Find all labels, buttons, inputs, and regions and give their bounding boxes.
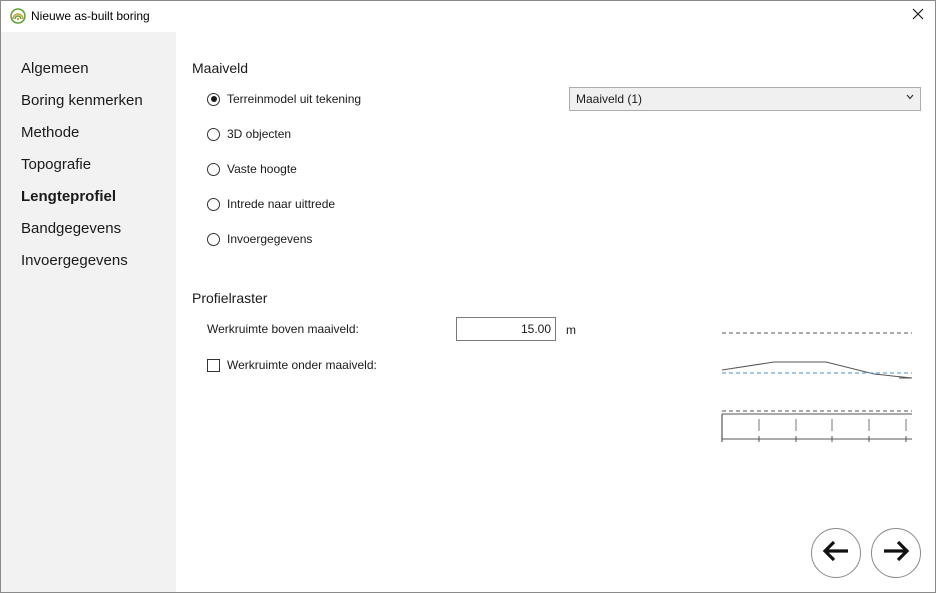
back-button[interactable]: [811, 528, 861, 578]
radio-button[interactable]: [207, 92, 220, 106]
close-icon: [912, 7, 924, 25]
radio-button[interactable]: [207, 197, 220, 211]
radio-label: Intrede naar uittrede: [227, 197, 336, 211]
main-content: Maaiveld Terreinmodel uit tekening 3D ob…: [176, 32, 935, 592]
sidebar-item-boring-kenmerken[interactable]: Boring kenmerken: [21, 92, 143, 109]
sidebar-item-methode[interactable]: Methode: [21, 124, 79, 141]
chevron-down-icon: [906, 92, 914, 102]
sidebar-item-lengteprofiel[interactable]: Lengteprofiel: [21, 188, 116, 205]
radio-label: 3D objecten: [227, 127, 292, 141]
close-button[interactable]: [901, 1, 935, 31]
title-bar: Nieuwe as-built boring: [1, 1, 935, 32]
werkruimte-onder-label: Werkruimte onder maaiveld:: [227, 358, 377, 372]
window-title: Nieuwe as-built boring: [31, 9, 150, 23]
radio-terreinmodel[interactable]: Terreinmodel uit tekening: [207, 91, 361, 107]
werkruimte-onder-checkbox[interactable]: [207, 358, 220, 372]
radio-button[interactable]: [207, 162, 220, 176]
maaiveld-select[interactable]: Maaiveld (1): [569, 87, 921, 111]
unit-label: m: [566, 323, 576, 337]
next-button[interactable]: [871, 528, 921, 578]
sidebar-item-bandgegevens[interactable]: Bandgegevens: [21, 220, 121, 237]
radio-label: Invoergegevens: [227, 232, 313, 246]
radio-label: Terreinmodel uit tekening: [227, 92, 362, 106]
app-logo-icon: [10, 8, 26, 24]
profile-preview-graphic: [721, 332, 913, 442]
section-title-maaiveld: Maaiveld: [192, 60, 249, 76]
radio-button[interactable]: [207, 232, 220, 246]
dialog-window: Nieuwe as-built boring Algemeen Boring k…: [0, 0, 936, 593]
radio-button[interactable]: [207, 127, 220, 141]
radio-invoergegevens[interactable]: Invoergegevens: [207, 231, 312, 247]
section-title-profielraster: Profielraster: [192, 290, 268, 306]
arrow-left-icon: [822, 540, 850, 567]
profile-preview-illustration: [714, 327, 914, 447]
radio-3d-objecten[interactable]: 3D objecten: [207, 126, 291, 142]
sidebar-item-invoergegevens[interactable]: Invoergegevens: [21, 252, 128, 269]
werkruimte-boven-label: Werkruimte boven maaiveld:: [207, 322, 359, 336]
radio-label: Vaste hoogte: [227, 162, 297, 176]
radio-intrede-uittrede[interactable]: Intrede naar uittrede: [207, 196, 335, 212]
radio-vaste-hoogte[interactable]: Vaste hoogte: [207, 161, 297, 177]
werkruimte-boven-input[interactable]: [456, 317, 556, 341]
sidebar-item-algemeen[interactable]: Algemeen: [21, 60, 89, 77]
sidebar-item-topografie[interactable]: Topografie: [21, 156, 91, 173]
sidebar: Algemeen Boring kenmerken Methode Topogr…: [1, 32, 176, 592]
arrow-right-icon: [882, 540, 910, 567]
werkruimte-onder-checkbox-row[interactable]: Werkruimte onder maaiveld:: [207, 357, 377, 373]
select-value: Maaiveld (1): [576, 92, 643, 106]
